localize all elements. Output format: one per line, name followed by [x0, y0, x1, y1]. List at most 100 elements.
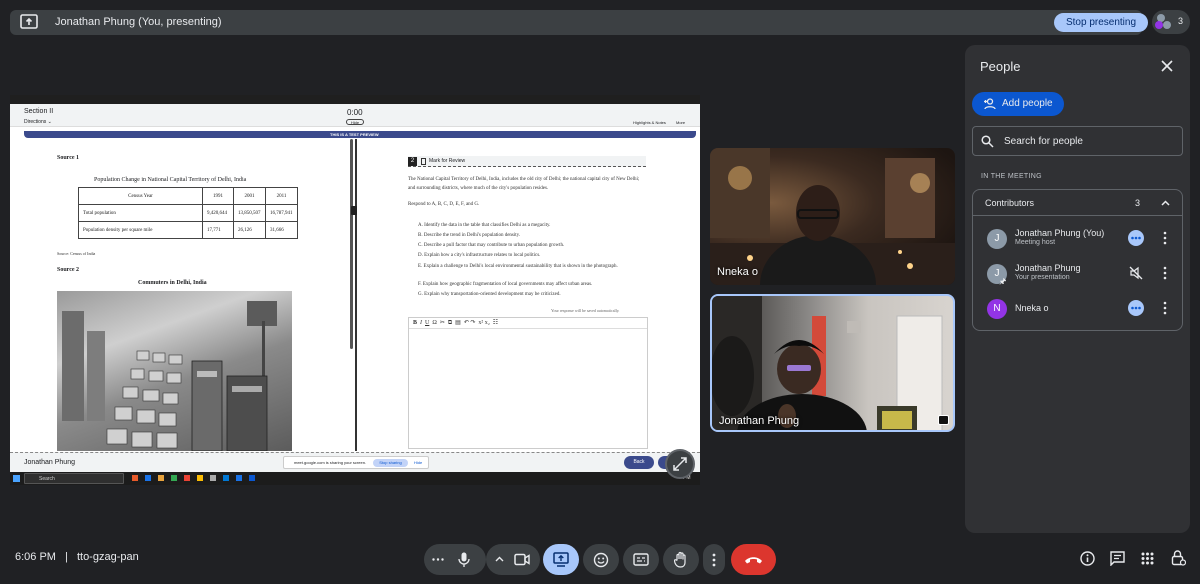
- app-icon[interactable]: [184, 475, 190, 481]
- hand-icon: [674, 551, 686, 568]
- stop-sharing-button[interactable]: Stop sharing: [373, 459, 408, 467]
- chevron-up-icon[interactable]: [495, 556, 504, 562]
- redo-icon[interactable]: ↷: [470, 320, 475, 326]
- directions-menu[interactable]: Directions ⌄: [24, 119, 52, 125]
- hide-timer-button[interactable]: Hide: [346, 119, 364, 125]
- group-count: 3: [1135, 198, 1141, 208]
- editor-toolbar: B I U Ω ✂ ⧉ ▤ ↶ ↷ x² x₂ ☷: [409, 318, 647, 329]
- stop-presenting-button[interactable]: Stop presenting: [1054, 13, 1148, 32]
- raise-hand-button[interactable]: [663, 544, 699, 575]
- reactions-button[interactable]: [583, 544, 619, 575]
- omega-icon[interactable]: Ω: [432, 320, 436, 326]
- camera-control: [486, 544, 540, 575]
- add-person-icon: [984, 98, 996, 110]
- microphone-icon[interactable]: [458, 552, 470, 567]
- participant-role: Your presentation: [1015, 274, 1070, 281]
- participant-row[interactable]: J 🖈 Jonathan Phung Your presentation: [973, 259, 1182, 291]
- presenting-icon: [938, 415, 949, 425]
- copy-icon[interactable]: ⧉: [448, 320, 452, 326]
- people-panel: People Add people Search for people IN T…: [965, 45, 1190, 533]
- fullscreen-button[interactable]: [665, 449, 695, 479]
- more-options-button[interactable]: [703, 544, 725, 575]
- population-table: Census Year 1991 2001 2011 Total populat…: [78, 187, 298, 239]
- cut-icon[interactable]: ✂: [440, 320, 445, 326]
- contributors-header[interactable]: Contributors 3: [973, 190, 1182, 216]
- back-button[interactable]: Back: [624, 456, 654, 469]
- windows-start-icon[interactable]: [13, 475, 20, 482]
- spellcheck-icon[interactable]: ☷: [493, 320, 498, 326]
- autosave-note: Your response will be saved automaticall…: [551, 308, 620, 313]
- more-options-icon[interactable]: [1163, 301, 1167, 315]
- question-prompt: The National Capital Territory of Delhi,…: [408, 177, 640, 191]
- audio-muted-icon: [1129, 266, 1143, 280]
- response-editor[interactable]: B I U Ω ✂ ⧉ ▤ ↶ ↷ x² x₂ ☷: [408, 317, 648, 449]
- pane-scrollbar[interactable]: [350, 139, 353, 349]
- app-icon[interactable]: [158, 475, 164, 481]
- present-screen-icon: [553, 552, 569, 567]
- superscript-icon[interactable]: x²: [478, 320, 483, 326]
- question-item: E. Explain a challenge to Delhi's local …: [418, 264, 618, 269]
- participant-row[interactable]: J Jonathan Phung (You) Meeting host: [973, 224, 1182, 256]
- app-icon[interactable]: [145, 475, 151, 481]
- subscript-icon[interactable]: x₂: [485, 320, 490, 326]
- italic-icon[interactable]: I: [420, 320, 422, 326]
- app-icon[interactable]: [197, 475, 203, 481]
- search-people-input[interactable]: Search for people: [972, 126, 1183, 156]
- participant-row[interactable]: N Nneka o: [973, 294, 1182, 326]
- paste-icon[interactable]: ▤: [455, 320, 461, 326]
- app-icon[interactable]: [171, 475, 177, 481]
- activities-icon[interactable]: [1141, 552, 1154, 565]
- app-icon[interactable]: [236, 475, 242, 481]
- more-options-icon[interactable]: [1163, 231, 1167, 245]
- hide-sharing-button[interactable]: Hide: [414, 460, 422, 465]
- bold-icon[interactable]: B: [413, 320, 417, 326]
- app-icon[interactable]: [249, 475, 255, 481]
- more-audio-options-icon[interactable]: [432, 558, 444, 561]
- table-header-cell: 2001: [233, 187, 266, 205]
- current-time: 6:06 PM: [15, 551, 56, 563]
- more-button[interactable]: More: [676, 120, 685, 125]
- meeting-details-icon[interactable]: [1080, 551, 1095, 566]
- app-icon[interactable]: [223, 475, 229, 481]
- table-cell: 26,126: [233, 221, 266, 239]
- table-source: Source: Census of India: [57, 251, 96, 256]
- table-header-row: Census Year 1991 2001 2011: [78, 187, 298, 205]
- group-label: Contributors: [985, 198, 1035, 208]
- close-icon[interactable]: [1160, 59, 1174, 73]
- undo-icon[interactable]: ↶: [464, 320, 469, 326]
- more-options-icon[interactable]: [1163, 266, 1167, 280]
- question-item: B. Describe the trend in Delhi's populat…: [418, 233, 521, 238]
- present-screen-icon: [20, 14, 38, 29]
- presenting-banner: Jonathan Phung (You, presenting) Stop pr…: [10, 10, 1148, 35]
- video-tile-jonathan[interactable]: Jonathan Phung: [710, 294, 955, 432]
- table-cell: Population density per square mile: [78, 221, 203, 239]
- participant-count: 3: [1178, 16, 1184, 26]
- taskbar-search[interactable]: Search: [24, 473, 124, 484]
- resize-handle[interactable]: [351, 206, 357, 215]
- leave-call-button[interactable]: [731, 544, 776, 575]
- camera-icon[interactable]: [514, 553, 530, 566]
- app-icon[interactable]: [210, 475, 216, 481]
- add-people-button[interactable]: Add people: [972, 92, 1064, 116]
- video-tile-nneka[interactable]: Nneka o: [710, 148, 955, 285]
- chat-icon[interactable]: [1110, 551, 1125, 566]
- window-titlebar: [10, 95, 700, 104]
- table-header-cell: 1991: [202, 187, 234, 205]
- expand-icon: [673, 457, 687, 471]
- mark-review-button[interactable]: Mark for Review: [429, 158, 465, 164]
- table-row: Population density per square mile 17,77…: [78, 221, 298, 239]
- pane-divider[interactable]: [355, 139, 357, 451]
- participant-avatars[interactable]: 3: [1152, 10, 1190, 34]
- underline-icon[interactable]: U: [425, 320, 429, 326]
- app-icon[interactable]: [132, 475, 138, 481]
- section-label: IN THE MEETING: [981, 173, 1042, 180]
- host-controls-icon[interactable]: [1171, 550, 1186, 566]
- highlights-notes-button[interactable]: Highlights & Notes: [633, 120, 666, 125]
- preview-banner-text: THIS IS A TEST PREVIEW: [330, 132, 379, 137]
- source1-label: Source 1: [57, 155, 80, 161]
- avatar: [1155, 21, 1163, 29]
- tile-name: Nneka o: [717, 266, 758, 278]
- present-button[interactable]: [543, 544, 579, 575]
- captions-button[interactable]: [623, 544, 659, 575]
- tile-name: Jonathan Phung: [719, 415, 800, 427]
